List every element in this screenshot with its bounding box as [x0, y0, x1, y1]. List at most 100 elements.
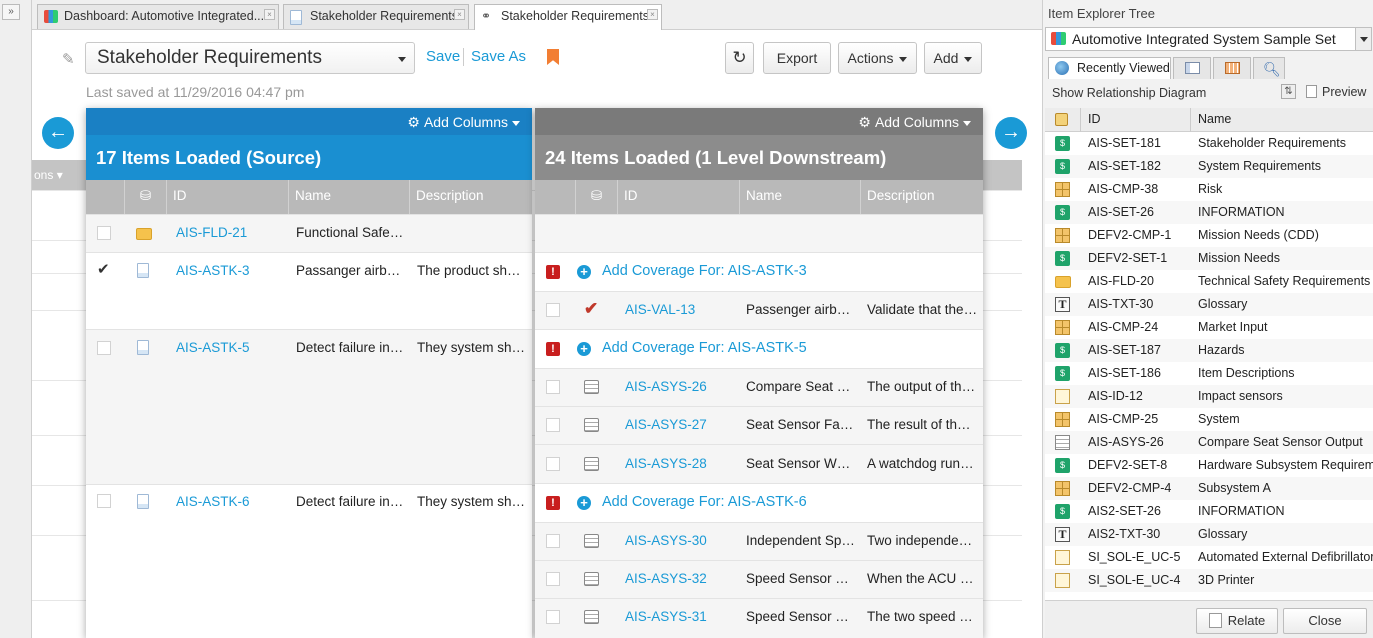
- show-relationship-diagram-link[interactable]: Show Relationship Diagram: [1052, 86, 1206, 100]
- refresh-button[interactable]: ↻: [725, 42, 754, 74]
- preview-button[interactable]: Preview: [1306, 85, 1366, 99]
- coverage-row[interactable]: ! + Add Coverage For: AIS-ASTK-5: [535, 329, 983, 368]
- table-row[interactable]: AIS-ASTK-5 Detect failure in… They syste…: [86, 329, 532, 484]
- name-column-header[interactable]: Name: [288, 180, 409, 214]
- expand-panel-button[interactable]: »: [2, 4, 20, 20]
- recent-item-row[interactable]: $ DEFV2-SET-8 Hardware Subsystem Requireme: [1045, 454, 1373, 477]
- tab-recently-viewed[interactable]: Recently Viewed: [1048, 57, 1171, 79]
- recent-item-row[interactable]: SI_SOL-E_UC-4 3D Printer: [1045, 569, 1373, 592]
- save-link[interactable]: Save: [426, 48, 460, 65]
- row-checkbox-checked[interactable]: ✔: [97, 262, 111, 277]
- recent-item-id[interactable]: AIS-SET-187: [1088, 339, 1161, 362]
- recent-item-id[interactable]: AIS-FLD-20: [1088, 270, 1154, 293]
- table-row[interactable]: AIS-ASYS-27 Seat Sensor Fa… The result o…: [535, 406, 983, 444]
- row-checkbox[interactable]: [546, 380, 560, 394]
- recent-item-id[interactable]: AIS-CMP-24: [1088, 316, 1158, 339]
- row-checkbox[interactable]: [546, 418, 560, 432]
- recent-item-id[interactable]: SI_SOL-E_UC-5: [1088, 546, 1180, 569]
- source-add-columns-button[interactable]: ⚙ Add Columns: [407, 114, 520, 131]
- description-column-header[interactable]: Description: [409, 180, 532, 214]
- recent-item-row[interactable]: AIS-ASYS-26 Compare Seat Sensor Output: [1045, 431, 1373, 454]
- refresh-icon[interactable]: ⇅: [1281, 84, 1296, 99]
- row-checkbox[interactable]: [97, 226, 111, 240]
- coverage-row[interactable]: ! + Add Coverage For: AIS-ASTK-3: [535, 252, 983, 291]
- recent-item-id[interactable]: AIS-TXT-30: [1088, 293, 1153, 316]
- id-column-header[interactable]: ID: [166, 180, 288, 214]
- recent-item-row[interactable]: $ DEFV2-SET-1 Mission Needs: [1045, 247, 1373, 270]
- recent-item-id[interactable]: AIS-CMP-25: [1088, 408, 1158, 431]
- table-row[interactable]: AIS-ASYS-28 Seat Sensor W… A watchdog ru…: [535, 444, 983, 483]
- table-row[interactable]: AIS-ASYS-31 Speed Sensor … The two speed…: [535, 598, 983, 638]
- add-icon[interactable]: +: [577, 265, 591, 279]
- save-as-link[interactable]: Save As: [471, 48, 526, 65]
- relate-button[interactable]: Relate: [1196, 608, 1278, 634]
- previous-level-button[interactable]: ←: [42, 117, 74, 149]
- tab-tree-view[interactable]: [1173, 57, 1211, 79]
- table-row[interactable]: AIS-FLD-21 Functional Safe…: [86, 214, 532, 252]
- recent-item-row[interactable]: AIS-FLD-20 Technical Safety Requirements …: [1045, 270, 1373, 293]
- tab-dashboard[interactable]: Dashboard: Automotive Integrated... ×: [37, 4, 279, 29]
- item-id-link[interactable]: AIS-ASYS-30: [625, 533, 707, 548]
- recent-item-row[interactable]: $ AIS-SET-186 Item Descriptions: [1045, 362, 1373, 385]
- add-button[interactable]: Add: [924, 42, 982, 74]
- item-id-link[interactable]: AIS-FLD-21: [176, 225, 247, 240]
- item-id-link[interactable]: AIS-VAL-13: [625, 302, 695, 317]
- close-icon[interactable]: ×: [454, 9, 465, 20]
- recent-item-row[interactable]: DEFV2-CMP-1 Mission Needs (CDD): [1045, 224, 1373, 247]
- project-set-selector[interactable]: Automotive Integrated System Sample Set: [1045, 27, 1372, 51]
- recent-item-row[interactable]: $ AIS-SET-187 Hazards: [1045, 339, 1373, 362]
- actions-button[interactable]: Actions: [838, 42, 917, 74]
- recent-item-id[interactable]: AIS2-SET-26: [1088, 500, 1161, 523]
- recent-item-row[interactable]: AIS-CMP-24 Market Input: [1045, 316, 1373, 339]
- recent-item-row[interactable]: AIS-CMP-38 Risk: [1045, 178, 1373, 201]
- add-coverage-link[interactable]: Add Coverage For: AIS-ASTK-3: [602, 263, 807, 279]
- recent-item-id[interactable]: SI_SOL-E_UC-4: [1088, 569, 1180, 592]
- item-id-link[interactable]: AIS-ASYS-32: [625, 571, 707, 586]
- tab-stakeholder-document[interactable]: Stakeholder Requirements ×: [283, 4, 469, 29]
- recent-item-id[interactable]: AIS-SET-26: [1088, 201, 1154, 224]
- tab-grid-view[interactable]: [1213, 57, 1251, 79]
- table-row[interactable]: AIS-ASYS-26 Compare Seat … The output of…: [535, 368, 983, 406]
- row-checkbox[interactable]: [546, 457, 560, 471]
- view-selector[interactable]: Stakeholder Requirements: [85, 42, 415, 74]
- type-column-header[interactable]: ⛁: [124, 180, 166, 214]
- add-coverage-link[interactable]: Add Coverage For: AIS-ASTK-6: [602, 494, 807, 510]
- add-icon[interactable]: +: [577, 496, 591, 510]
- row-checkbox[interactable]: [546, 610, 560, 624]
- tab-stakeholder-trace[interactable]: ⚭ Stakeholder Requirements ×: [474, 4, 662, 30]
- item-id-link[interactable]: AIS-ASYS-27: [625, 417, 707, 432]
- recent-item-row[interactable]: AIS-ID-12 Impact sensors: [1045, 385, 1373, 408]
- table-row[interactable]: AIS-ASYS-30 Independent Sp… Two independ…: [535, 522, 983, 560]
- name-column-header[interactable]: Name: [1198, 108, 1231, 131]
- recent-item-row[interactable]: DEFV2-CMP-4 Subsystem A: [1045, 477, 1373, 500]
- id-column-header[interactable]: ID: [1088, 108, 1101, 131]
- recent-item-row[interactable]: $ AIS-SET-26 INFORMATION: [1045, 201, 1373, 224]
- recent-item-id[interactable]: DEFV2-SET-1: [1088, 247, 1167, 270]
- row-checkbox[interactable]: [97, 341, 111, 355]
- table-row[interactable]: AIS-ASYS-32 Speed Sensor … When the ACU …: [535, 560, 983, 598]
- recent-item-id[interactable]: DEFV2-CMP-4: [1088, 477, 1171, 500]
- add-coverage-link[interactable]: Add Coverage For: AIS-ASTK-5: [602, 340, 807, 356]
- recent-item-id[interactable]: AIS-SET-182: [1088, 155, 1161, 178]
- recent-item-row[interactable]: $ AIS-SET-182 System Requirements: [1045, 155, 1373, 178]
- id-column-header[interactable]: ID: [617, 180, 739, 214]
- recent-item-id[interactable]: DEFV2-CMP-1: [1088, 224, 1171, 247]
- recent-item-row[interactable]: AIS-CMP-25 System: [1045, 408, 1373, 431]
- chevron-down-icon[interactable]: [1355, 28, 1371, 50]
- item-id-link[interactable]: AIS-ASYS-31: [625, 609, 707, 624]
- recent-item-row[interactable]: SI_SOL-E_UC-5 Automated External Defibril…: [1045, 546, 1373, 569]
- row-checkbox[interactable]: [546, 534, 560, 548]
- description-column-header[interactable]: Description: [860, 180, 983, 214]
- table-row[interactable]: ✔ AIS-VAL-13 Passenger airb… Validate th…: [535, 291, 983, 329]
- recent-item-id[interactable]: AIS-SET-186: [1088, 362, 1161, 385]
- recent-item-id[interactable]: AIS-ASYS-26: [1088, 431, 1164, 454]
- item-id-link[interactable]: AIS-ASYS-28: [625, 456, 707, 471]
- recent-item-row[interactable]: $ AIS-SET-181 Stakeholder Requirements: [1045, 132, 1373, 155]
- recent-item-row[interactable]: T AIS-TXT-30 Glossary: [1045, 293, 1373, 316]
- tab-search[interactable]: 🔍︎: [1253, 57, 1285, 79]
- close-icon[interactable]: ×: [264, 9, 275, 20]
- row-checkbox[interactable]: [546, 303, 560, 317]
- recent-item-id[interactable]: AIS-ID-12: [1088, 385, 1143, 408]
- item-id-link[interactable]: AIS-ASTK-3: [176, 263, 250, 278]
- name-column-header[interactable]: Name: [739, 180, 860, 214]
